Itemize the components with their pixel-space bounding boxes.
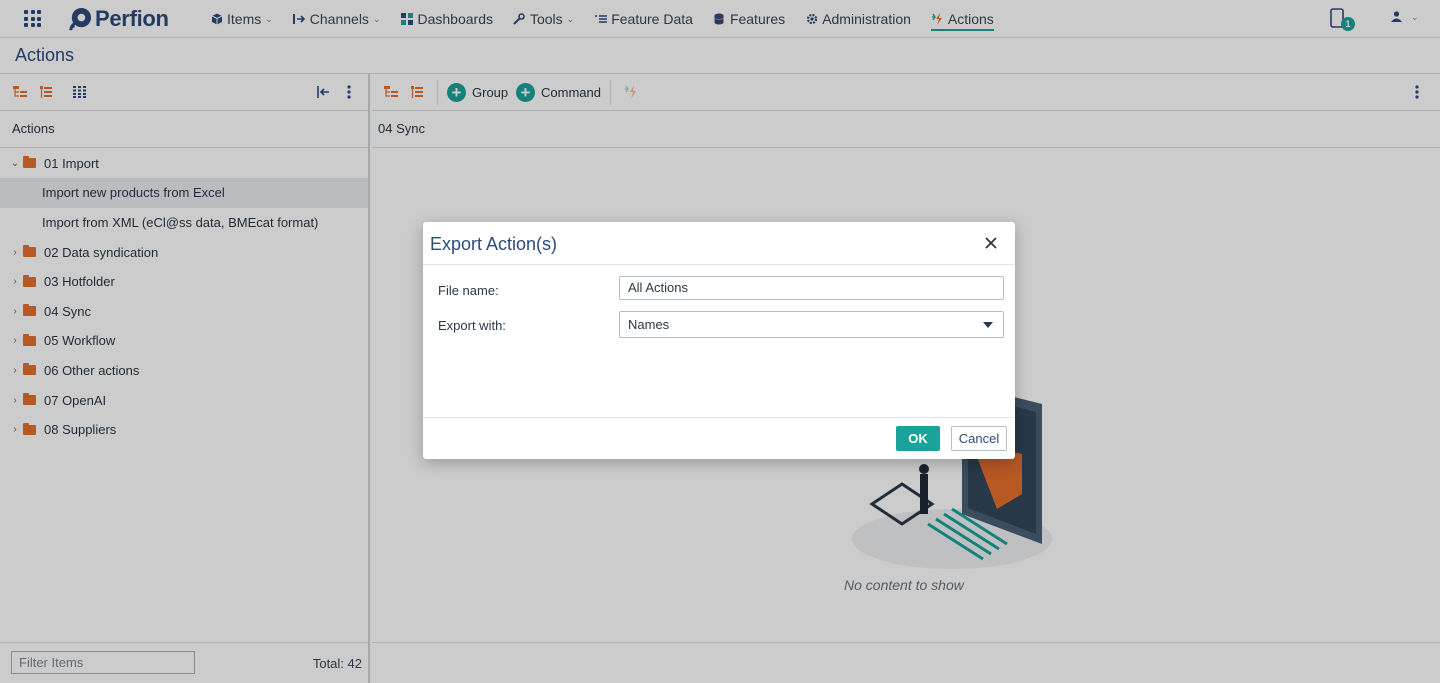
- export-with-label: Export with:: [438, 318, 506, 333]
- cancel-button[interactable]: Cancel: [951, 426, 1007, 451]
- divider: [423, 264, 1015, 265]
- export-with-value: Names: [628, 317, 670, 332]
- ok-button[interactable]: OK: [896, 426, 940, 451]
- export-actions-dialog: Export Action(s) File name: All Actions …: [423, 222, 1015, 459]
- dialog-title: Export Action(s): [430, 234, 558, 254]
- export-with-select[interactable]: Names: [619, 311, 1004, 338]
- file-name-label: File name:: [438, 283, 499, 298]
- close-icon[interactable]: [982, 234, 1000, 252]
- divider: [423, 417, 1015, 418]
- file-name-input[interactable]: All Actions: [619, 276, 1004, 300]
- caret-down-icon: [983, 322, 993, 328]
